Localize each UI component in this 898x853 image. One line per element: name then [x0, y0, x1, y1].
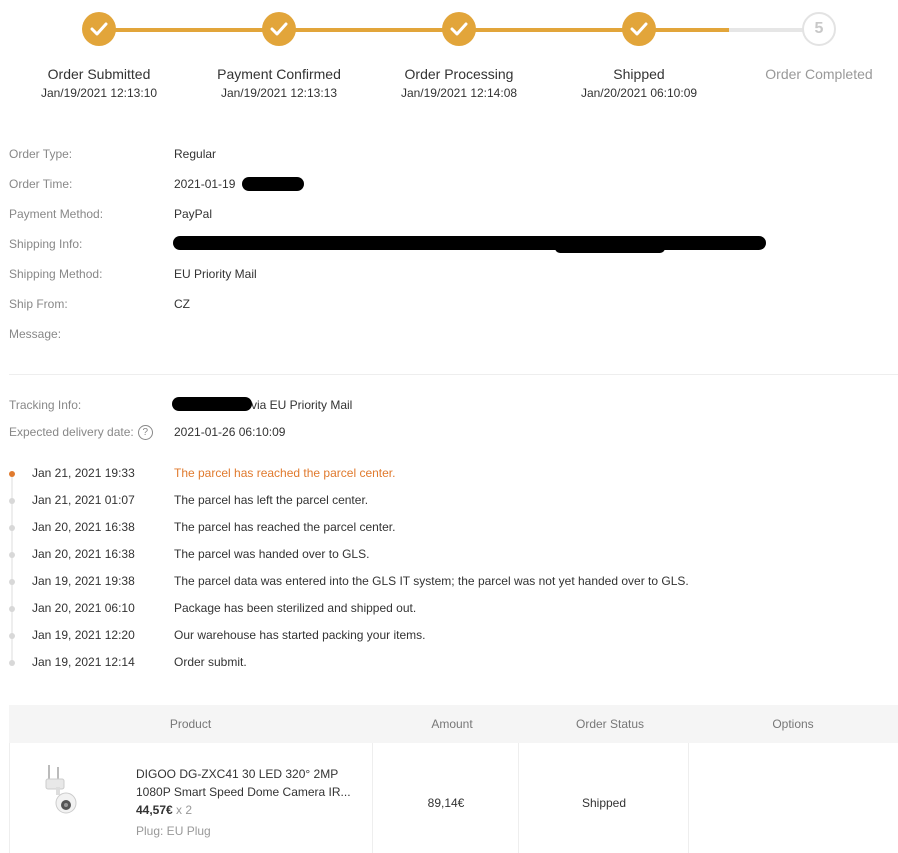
event-date: Jan 21, 2021 01:07 [32, 493, 135, 507]
unit-price: 44,57€ [136, 803, 173, 817]
column-header-product: Product [169, 717, 212, 731]
event-description: The parcel has reached the parcel center… [174, 520, 396, 534]
payment-method-value: PayPal [174, 207, 213, 221]
column-header-amount: Amount [431, 717, 473, 731]
ship-from-value: CZ [174, 297, 190, 311]
timeline-dot-icon [9, 498, 15, 504]
step-label: Order Submitted [47, 66, 151, 82]
help-icon[interactable]: ? [137, 425, 153, 441]
shipping-method-label: Shipping Method: [9, 267, 103, 281]
event-description: The parcel was handed over to GLS. [174, 547, 370, 561]
table-header: Product Amount Order Status Options [9, 705, 898, 743]
event-description: Package has been sterilized and shipped … [174, 601, 417, 615]
timeline-dot-icon [9, 525, 15, 531]
tracking-info-label: Tracking Info: [9, 398, 82, 412]
event-date: Jan 20, 2021 16:38 [32, 520, 135, 534]
check-icon [622, 12, 656, 46]
order-type-label: Order Type: [9, 147, 73, 161]
timeline-event: Jan 19, 2021 19:38 The parcel data was e… [0, 574, 898, 590]
timeline-dot-icon [9, 606, 15, 612]
step-time: Jan/19/2021 12:13:10 [40, 86, 158, 100]
shipping-info-label: Shipping Info: [9, 237, 83, 251]
timeline-event: Jan 20, 2021 16:38 The parcel was handed… [0, 547, 898, 563]
event-date: Jan 20, 2021 06:10 [32, 601, 135, 615]
section-divider [9, 374, 898, 375]
timeline-event: Jan 19, 2021 12:20 Our warehouse has sta… [0, 628, 898, 644]
timeline-dot-icon [9, 633, 15, 639]
event-date: Jan 19, 2021 12:14 [32, 655, 135, 669]
product-thumbnail[interactable] [42, 765, 86, 817]
redaction-mark [555, 243, 665, 253]
redaction-mark [172, 397, 252, 411]
order-type-value: Regular [174, 147, 217, 161]
expected-delivery-label-wrap: Expected delivery date:? [9, 425, 153, 441]
step-label: Order Processing [404, 66, 514, 82]
shipping-method-value: EU Priority Mail [174, 267, 257, 281]
step-label: Order Completed [765, 66, 873, 82]
check-icon [442, 12, 476, 46]
check-icon [82, 12, 116, 46]
redaction-mark [173, 236, 766, 250]
payment-method-label: Payment Method: [9, 207, 104, 221]
event-date: Jan 19, 2021 12:20 [32, 628, 135, 642]
event-description: The parcel has left the parcel center. [174, 493, 369, 507]
timeline-dot-icon [9, 660, 15, 666]
event-date: Jan 20, 2021 16:38 [32, 547, 135, 561]
event-description: Order submit. [174, 655, 247, 669]
product-unit-price: 44,57€ x 2 [136, 803, 192, 817]
timeline-event: Jan 19, 2021 12:14 Order submit. [0, 655, 898, 671]
ship-from-label: Ship From: [9, 297, 68, 311]
order-time-label: Order Time: [9, 177, 73, 191]
step-label: Payment Confirmed [217, 66, 341, 82]
order-status-value: Shipped [581, 796, 627, 810]
check-icon [262, 12, 296, 46]
timeline-event: Jan 20, 2021 06:10 Package has been ster… [0, 601, 898, 617]
timeline-dot-icon [9, 579, 15, 585]
event-description: Our warehouse has started packing your i… [174, 628, 426, 642]
product-plug-option: Plug: EU Plug [136, 824, 211, 838]
product-table: Product Amount Order Status Options DIGO… [9, 705, 898, 853]
product-name[interactable]: DIGOO DG-ZXC41 30 LED 320° 2MP 1080P Sma… [136, 765, 366, 801]
order-time-value: 2021-01-19 [174, 177, 236, 191]
product-quantity: x 2 [176, 803, 193, 817]
message-label: Message: [9, 327, 62, 341]
expected-delivery-value: 2021-01-26 06:10:09 [174, 425, 286, 439]
table-row: DIGOO DG-ZXC41 30 LED 320° 2MP 1080P Sma… [9, 743, 898, 853]
event-description: The parcel has reached the parcel center… [174, 466, 396, 480]
column-header-status: Order Status [575, 717, 645, 731]
tracking-info-value: via EU Priority Mail [251, 398, 353, 412]
expected-delivery-label: Expected delivery date: [9, 425, 134, 439]
event-date: Jan 21, 2021 19:33 [32, 466, 135, 480]
timeline-event: Jan 20, 2021 16:38 The parcel has reache… [0, 520, 898, 536]
timeline-dot-icon [9, 552, 15, 558]
step-time: Jan/19/2021 12:14:08 [400, 86, 518, 100]
timeline-event: Jan 21, 2021 19:33 The parcel has reache… [0, 466, 898, 482]
event-date: Jan 19, 2021 19:38 [32, 574, 135, 588]
step-time: Jan/20/2021 06:10:09 [580, 86, 698, 100]
timeline-event: Jan 21, 2021 01:07 The parcel has left t… [0, 493, 898, 509]
timeline-dot-icon [9, 471, 15, 477]
step-label: Shipped [613, 66, 665, 82]
order-progress-tracker: Order Submitted Jan/19/2021 12:13:10 Pay… [0, 0, 898, 110]
step-number-badge: 5 [802, 12, 836, 46]
column-header-options: Options [772, 717, 814, 731]
step-time: Jan/19/2021 12:13:13 [220, 86, 338, 100]
product-cell: DIGOO DG-ZXC41 30 LED 320° 2MP 1080P Sma… [10, 743, 373, 853]
item-amount: 89,14€ [427, 796, 465, 810]
event-description: The parcel data was entered into the GLS… [174, 574, 689, 588]
redaction-mark [242, 177, 304, 191]
